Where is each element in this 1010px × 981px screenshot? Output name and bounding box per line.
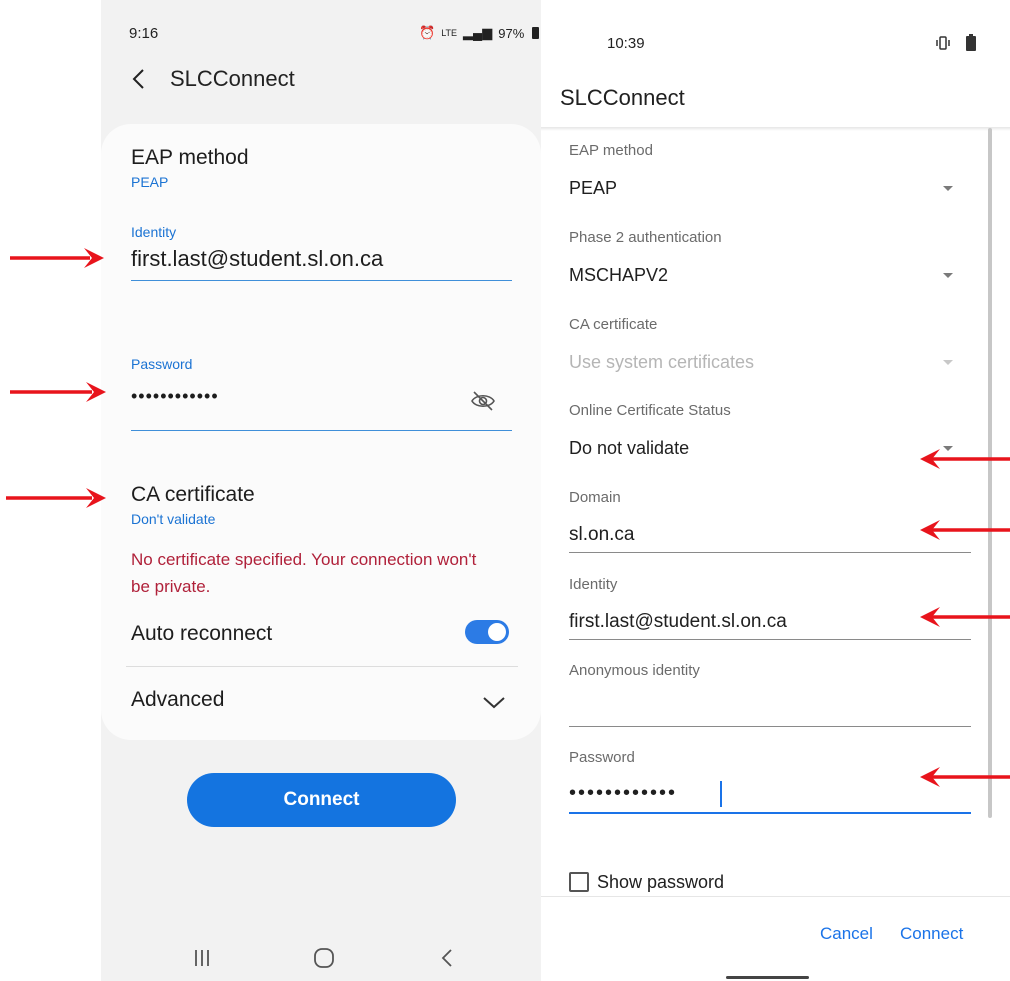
ca-certificate-value: Don't validate (131, 511, 216, 527)
password-underline (569, 812, 971, 814)
phase2-select[interactable]: MSCHAPV2 (569, 265, 668, 286)
auto-reconnect-label: Auto reconnect (131, 622, 273, 645)
battery-icon (532, 27, 540, 39)
domain-label: Domain (569, 489, 621, 506)
annotation-arrow-left-icon (920, 449, 1010, 469)
status-icons: ⏰ LTE ▂▄▆ 97% (419, 25, 540, 41)
annotation-arrow-right-icon (10, 248, 104, 268)
ca-certificate-label: CA certificate (569, 316, 658, 333)
ocsp-label: Online Certificate Status (569, 402, 731, 419)
dropdown-caret-icon[interactable] (943, 186, 953, 191)
eap-method-label[interactable]: EAP method (131, 146, 249, 170)
annotation-arrow-right-icon (6, 488, 106, 508)
password-label: Password (131, 356, 193, 372)
signal-icon: ▂▄▆ (463, 25, 493, 40)
status-time: 10:39 (607, 35, 645, 52)
vibrate-icon (936, 36, 950, 50)
warning-line-2: be private. (131, 577, 211, 596)
auto-reconnect-toggle[interactable] (465, 620, 509, 644)
anonymous-identity-underline (569, 726, 971, 727)
dropdown-caret-icon[interactable] (943, 273, 953, 278)
footer-divider (541, 896, 1010, 897)
ocsp-select[interactable]: Do not validate (569, 438, 689, 459)
eap-method-select[interactable]: PEAP (569, 178, 617, 199)
domain-underline (569, 552, 971, 553)
warning-line-1: No certificate specified. Your connectio… (131, 550, 477, 569)
identity-underline (569, 639, 971, 640)
identity-label: Identity (569, 576, 618, 593)
status-time: 9:16 (129, 25, 159, 42)
dropdown-caret-icon[interactable] (943, 360, 953, 365)
divider (126, 666, 518, 667)
password-input[interactable]: •••••••••••• (569, 782, 677, 805)
advanced-label[interactable]: Advanced (131, 688, 224, 712)
domain-input[interactable]: sl.on.ca (569, 524, 634, 546)
annotation-arrow-left-icon (920, 520, 1010, 540)
dialog-title: SLCConnect (560, 85, 685, 110)
password-underline (131, 430, 512, 431)
gesture-bar[interactable] (726, 976, 809, 979)
connect-button[interactable]: Connect (187, 773, 456, 827)
battery-text: 97% (498, 25, 525, 41)
anonymous-identity-label: Anonymous identity (569, 662, 700, 679)
alarm-icon: ⏰ (419, 25, 436, 40)
ca-certificate-label[interactable]: CA certificate (131, 483, 255, 507)
visibility-off-icon[interactable] (470, 390, 496, 412)
pixel-wifi-screen: 10:39 SLCConnect EAP method PEAP Phase 2… (541, 0, 1010, 981)
identity-input[interactable]: first.last@student.sl.on.ca (131, 246, 383, 272)
lte-icon: LTE (441, 28, 458, 38)
samsung-wifi-screen: 9:16 ⏰ LTE ▂▄▆ 97% SLCConnect EAP method… (101, 0, 541, 981)
eap-method-value: PEAP (131, 174, 169, 190)
annotation-arrow-left-icon (920, 767, 1010, 787)
back-icon[interactable] (438, 946, 456, 970)
annotation-arrow-left-icon (920, 607, 1010, 627)
annotation-arrow-right-icon (10, 382, 106, 402)
connect-button[interactable]: Connect (900, 924, 963, 944)
identity-input[interactable]: first.last@student.sl.on.ca (569, 611, 787, 633)
identity-underline (131, 280, 512, 281)
page-title: SLCConnect (170, 66, 295, 91)
home-icon[interactable] (312, 946, 336, 970)
eap-method-label: EAP method (569, 142, 653, 159)
identity-label: Identity (131, 224, 177, 240)
battery-icon (966, 34, 976, 51)
chevron-down-icon[interactable] (482, 694, 506, 710)
back-arrow-icon[interactable] (129, 64, 151, 94)
show-password-label[interactable]: Show password (597, 872, 724, 893)
password-label: Password (569, 749, 635, 766)
settings-card (101, 124, 541, 740)
text-cursor (720, 781, 722, 807)
ca-certificate-select[interactable]: Use system certificates (569, 352, 754, 373)
certificate-warning: No certificate specified. Your connectio… (131, 546, 526, 600)
title-divider (541, 127, 1010, 131)
show-password-checkbox[interactable] (569, 872, 589, 892)
recent-apps-icon[interactable] (191, 947, 213, 969)
toggle-knob (487, 622, 507, 642)
password-input[interactable]: •••••••••••• (131, 386, 219, 407)
scrollbar[interactable] (988, 128, 992, 818)
cancel-button[interactable]: Cancel (820, 924, 873, 944)
phase2-label: Phase 2 authentication (569, 229, 722, 246)
